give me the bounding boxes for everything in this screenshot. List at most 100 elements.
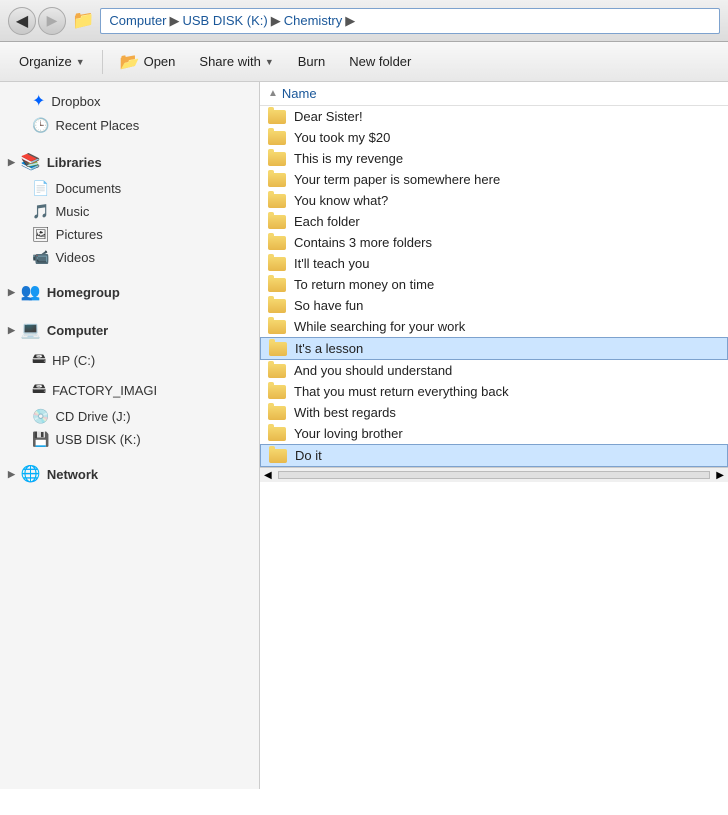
table-row[interactable]: So have fun (260, 295, 728, 316)
burn-label: Burn (298, 54, 325, 69)
folder-icon (268, 194, 286, 208)
table-row[interactable]: It's a lesson (260, 337, 728, 360)
folder-name: Dear Sister! (294, 109, 363, 124)
folder-icon (269, 342, 287, 356)
folder-name: With best regards (294, 405, 396, 420)
table-row[interactable]: Your loving brother (260, 423, 728, 444)
table-row[interactable]: With best regards (260, 402, 728, 423)
sidebar-item-documents[interactable]: 📄 Documents (0, 177, 259, 200)
forward-button[interactable]: ▶ (38, 7, 66, 35)
address-bar: ◀ ▶ 📁 Computer ▶ USB DISK (K:) ▶ Chemist… (0, 0, 728, 42)
table-row[interactable]: That you must return everything back (260, 381, 728, 402)
sidebar-section-network[interactable]: ▶ 🌐 Network (0, 459, 259, 489)
table-row[interactable]: Do it (260, 444, 728, 467)
spacer (0, 269, 259, 277)
spacer (0, 137, 259, 147)
back-button[interactable]: ◀ (8, 7, 36, 35)
folder-icon (268, 278, 286, 292)
folder-icon: 📁 (72, 10, 94, 31)
sidebar-item-label: Libraries (47, 155, 102, 170)
sidebar-item-cd-drive[interactable]: 💿 CD Drive (J:) (0, 405, 259, 428)
pictures-icon: 🖼 (32, 226, 50, 243)
scroll-left-arrow[interactable]: ◀ (260, 470, 276, 481)
horizontal-scrollbar[interactable]: ◀ ▶ (260, 467, 728, 482)
sidebar-item-label: Pictures (56, 227, 103, 242)
folder-icon (268, 427, 286, 441)
sidebar-item-label: USB DISK (K:) (55, 432, 140, 447)
breadcrumb-computer[interactable]: Computer (109, 13, 166, 28)
network-icon: 🌐 (21, 464, 41, 484)
folder-name: You know what? (294, 193, 388, 208)
recent-places-icon: 🕒 (32, 117, 49, 134)
sidebar-section-homegroup[interactable]: ▶ 👥 Homegroup (0, 277, 259, 307)
sidebar-section-libraries[interactable]: ▶ 📚 Libraries (0, 147, 259, 177)
folder-name: This is my revenge (294, 151, 403, 166)
scroll-right-arrow[interactable]: ▶ (712, 470, 728, 481)
sort-arrow-icon: ▲ (268, 88, 278, 99)
folder-name: That you must return everything back (294, 384, 509, 399)
sidebar-item-hp-c[interactable]: 🖴 HP (C:) (0, 345, 259, 375)
column-header-row: ▲ Name (260, 82, 728, 106)
folder-icon (268, 385, 286, 399)
folder-icon (268, 131, 286, 145)
folder-name: It's a lesson (295, 341, 363, 356)
table-row[interactable]: While searching for your work (260, 316, 728, 337)
organize-arrow: ▼ (76, 57, 85, 67)
sidebar-item-label: Music (55, 204, 89, 219)
sidebar-item-usb-disk[interactable]: 💾 USB DISK (K:) (0, 428, 259, 451)
sidebar-item-label: CD Drive (J:) (55, 409, 130, 424)
spacer (0, 451, 259, 459)
sidebar-item-label: FACTORY_IMAGI (52, 383, 157, 398)
open-label: Open (144, 54, 176, 69)
sidebar-item-dropbox[interactable]: ✦ Dropbox (0, 88, 259, 114)
column-name-header[interactable]: Name (282, 86, 317, 101)
folder-name: Contains 3 more folders (294, 235, 432, 250)
music-icon: 🎵 (32, 203, 49, 220)
folder-name: Each folder (294, 214, 360, 229)
organize-button[interactable]: Organize ▼ (8, 49, 96, 74)
share-with-button[interactable]: Share with ▼ (188, 49, 284, 74)
folder-name: Do it (295, 448, 322, 463)
navigation-pane: ✦ Dropbox 🕒 Recent Places ▶ 📚 Libraries … (0, 82, 260, 789)
table-row[interactable]: And you should understand (260, 360, 728, 381)
share-with-label: Share with (199, 54, 260, 69)
table-row[interactable]: This is my revenge (260, 148, 728, 169)
drive-icon: 🖴 (32, 348, 46, 372)
sidebar-item-recent-places[interactable]: 🕒 Recent Places (0, 114, 259, 137)
folder-icon (268, 173, 286, 187)
file-list: Dear Sister! You took my $20 This is my re… (260, 106, 728, 467)
table-row[interactable]: You know what? (260, 190, 728, 211)
folder-icon (268, 320, 286, 334)
table-row[interactable]: Dear Sister! (260, 106, 728, 127)
sidebar-item-pictures[interactable]: 🖼 Pictures (0, 223, 259, 246)
sidebar-item-label: Network (47, 467, 98, 482)
chevron-icon: ▶ (8, 157, 15, 168)
table-row[interactable]: Each folder (260, 211, 728, 232)
drive-icon: 🖴 (32, 378, 46, 402)
toolbar: Organize ▼ 📂 Open Share with ▼ Burn New … (0, 42, 728, 82)
table-row[interactable]: You took my $20 (260, 127, 728, 148)
sidebar-section-computer[interactable]: ▶ 💻 Computer (0, 315, 259, 345)
sidebar-item-music[interactable]: 🎵 Music (0, 200, 259, 223)
folder-icon (268, 299, 286, 313)
sidebar-item-label: Recent Places (55, 118, 139, 133)
folder-icon (268, 364, 286, 378)
table-row[interactable]: Contains 3 more folders (260, 232, 728, 253)
breadcrumb[interactable]: Computer ▶ USB DISK (K:) ▶ Chemistry ▶ (100, 8, 720, 34)
sidebar-item-label: Documents (55, 181, 121, 196)
burn-button[interactable]: Burn (287, 49, 336, 74)
homegroup-icon: 👥 (21, 282, 41, 302)
sidebar-item-videos[interactable]: 📹 Videos (0, 246, 259, 269)
new-folder-label: New folder (349, 54, 411, 69)
breadcrumb-usb[interactable]: USB DISK (K:) (183, 13, 268, 28)
share-with-arrow: ▼ (265, 57, 274, 67)
table-row[interactable]: It'll teach you (260, 253, 728, 274)
table-row[interactable]: Your term paper is somewhere here (260, 169, 728, 190)
table-row[interactable]: To return money on time (260, 274, 728, 295)
organize-label: Organize (19, 54, 72, 69)
new-folder-button[interactable]: New folder (338, 49, 422, 74)
breadcrumb-chemistry[interactable]: Chemistry (284, 13, 343, 28)
open-button[interactable]: 📂 Open (109, 47, 187, 77)
sidebar-item-factory[interactable]: 🖴 FACTORY_IMAGI (0, 375, 259, 405)
open-icon: 📂 (120, 52, 140, 72)
